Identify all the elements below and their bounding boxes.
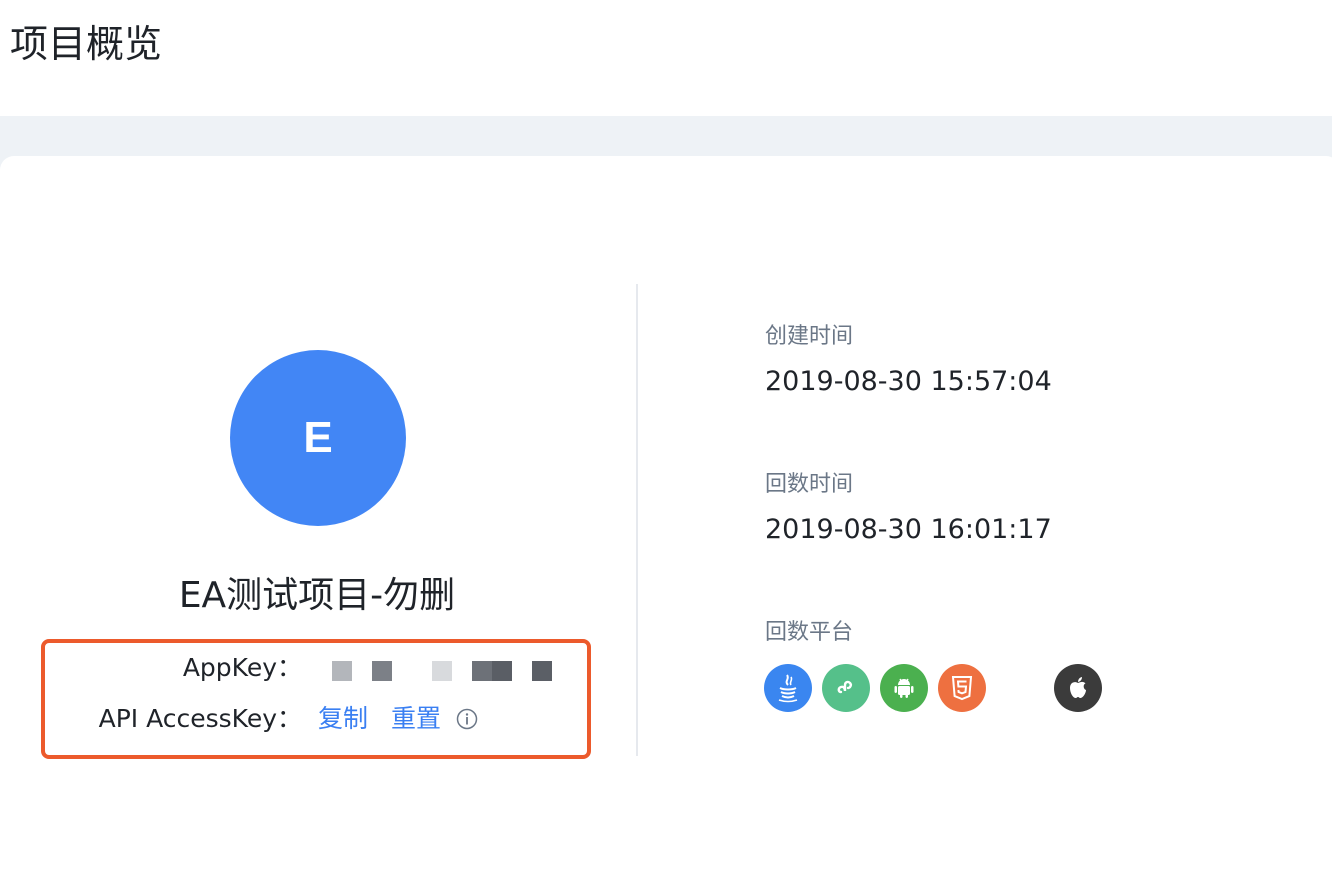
vertical-divider	[636, 284, 638, 756]
reset-link[interactable]: 重置	[391, 703, 441, 735]
project-avatar: E	[230, 350, 406, 526]
java-icon	[764, 664, 812, 712]
info-icon[interactable]	[456, 708, 478, 730]
page-header: 项目概览	[0, 0, 1332, 116]
appkey-value-masked[interactable]	[330, 661, 554, 681]
callback-time-value: 2019-08-30 16:01:17	[765, 514, 1052, 545]
project-overview-page: 项目概览 E EA测试项目-勿删 AppKey： API AccessKey： …	[0, 0, 1332, 882]
html5-icon	[938, 664, 986, 712]
created-time-value: 2019-08-30 15:57:04	[765, 366, 1052, 397]
avatar-letter: E	[303, 413, 333, 462]
page-title: 项目概览	[10, 22, 163, 66]
masked-key-blocks	[332, 661, 552, 681]
callback-time-label: 回数时间	[765, 472, 854, 497]
copy-link[interactable]: 复制	[318, 703, 368, 735]
mini-program-icon	[822, 664, 870, 712]
apple-icon	[1054, 664, 1102, 712]
callback-platform-label: 回数平台	[765, 620, 854, 645]
key-highlight-box	[41, 639, 591, 759]
project-name: EA测试项目-勿删	[178, 575, 456, 616]
project-card	[0, 156, 1332, 882]
android-icon	[880, 664, 928, 712]
api-accesskey-label: API AccessKey：	[98, 704, 302, 733]
created-time-label: 创建时间	[765, 324, 854, 349]
appkey-label: AppKey：	[182, 653, 302, 682]
